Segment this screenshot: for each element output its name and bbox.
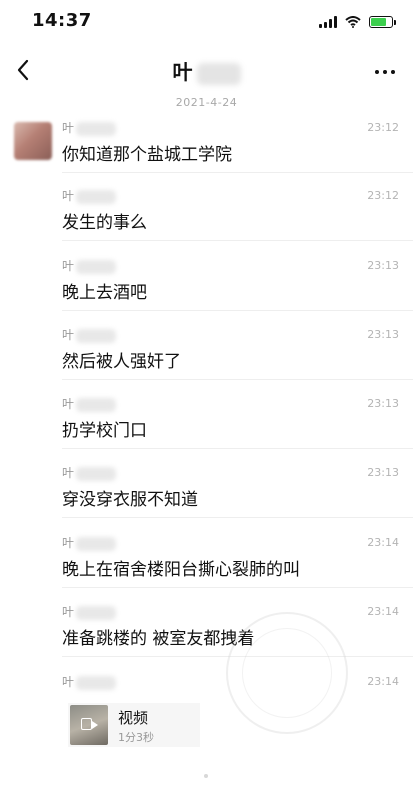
message-time: 23:14: [367, 536, 399, 549]
chat-title: 叶: [0, 56, 413, 85]
cellular-signal-icon: [319, 16, 337, 28]
video-title: 视频: [118, 709, 149, 727]
message-sender: 叶: [62, 188, 117, 204]
message-text: 然后被人强奸了: [62, 352, 181, 372]
message-time: 23:14: [367, 605, 399, 618]
battery-icon: [369, 16, 396, 28]
message-sender: 叶: [62, 465, 117, 481]
avatar[interactable]: [14, 122, 52, 160]
message-time: 23:13: [367, 466, 399, 479]
message-time: 23:12: [367, 121, 399, 134]
chat-message[interactable]: 叶 23:13 晚上去酒吧: [62, 258, 413, 311]
date-separator: 2021-4-24: [175, 96, 238, 109]
chat-title-text: 叶: [172, 60, 193, 84]
video-camera-icon: [81, 718, 98, 730]
wifi-icon: [345, 16, 361, 28]
status-icons: [319, 14, 396, 30]
scroll-indicator: [204, 774, 208, 778]
message-text: 你知道那个盐城工学院: [62, 145, 232, 165]
message-sender: 叶: [62, 396, 117, 412]
chat-message[interactable]: 叶 23:12 你知道那个盐城工学院: [62, 120, 413, 173]
chat-message[interactable]: 叶 23:13 扔学校门口: [62, 396, 413, 449]
video-message-card[interactable]: 视频 1分3秒: [68, 703, 200, 747]
message-text: 准备跳楼的 被室友都拽着: [62, 629, 255, 649]
message-text: 穿没穿衣服不知道: [62, 490, 198, 510]
message-time: 23:12: [367, 189, 399, 202]
video-thumbnail: [70, 705, 108, 745]
chat-message[interactable]: 叶 23:13 然后被人强奸了: [62, 327, 413, 380]
chat-message[interactable]: 叶 23:14 准备跳楼的 被室友都拽着: [62, 604, 413, 657]
message-time: 23:14: [367, 675, 399, 688]
message-sender: 叶: [62, 120, 117, 136]
status-time: 14:37: [32, 10, 92, 31]
message-time: 23:13: [367, 259, 399, 272]
video-duration: 1分3秒: [118, 731, 154, 744]
nav-bar: 叶: [0, 44, 413, 94]
redacted-name: [196, 62, 241, 85]
chat-message[interactable]: 叶 23:12 发生的事么: [62, 188, 413, 241]
status-bar: 14:37: [0, 0, 413, 44]
message-sender: 叶: [62, 604, 117, 620]
message-sender: 叶: [62, 327, 117, 343]
message-sender: 叶: [62, 258, 117, 274]
more-options-icon[interactable]: [375, 70, 395, 74]
chat-message[interactable]: 叶 23:13 穿没穿衣服不知道: [62, 465, 413, 518]
message-text: 晚上在宿舍楼阳台撕心裂肺的叫: [62, 560, 300, 580]
message-text: 晚上去酒吧: [62, 283, 147, 303]
message-text: 扔学校门口: [62, 421, 147, 441]
message-sender: 叶: [62, 674, 117, 690]
chat-message[interactable]: 叶 23:14 晚上在宿舍楼阳台撕心裂肺的叫: [62, 535, 413, 588]
message-text: 发生的事么: [62, 213, 147, 233]
message-time: 23:13: [367, 328, 399, 341]
message-sender: 叶: [62, 535, 117, 551]
message-time: 23:13: [367, 397, 399, 410]
